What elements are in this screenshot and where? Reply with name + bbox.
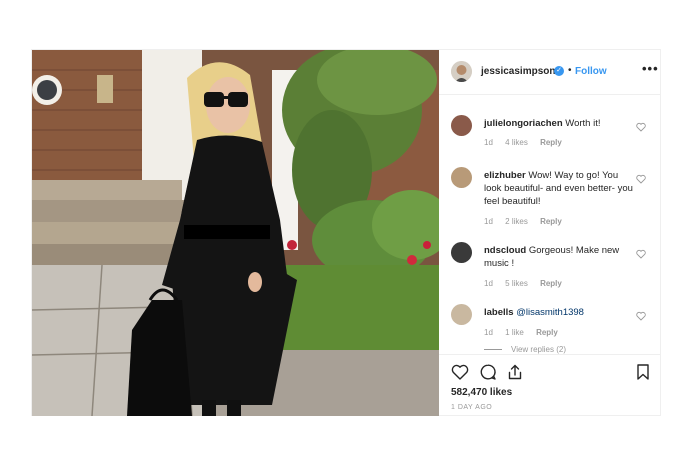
post-timestamp: 1 DAY AGO xyxy=(451,404,493,411)
save-bookmark-icon[interactable] xyxy=(634,363,652,381)
commenter-avatar[interactable] xyxy=(451,115,472,136)
post-photo[interactable] xyxy=(32,50,439,416)
comment-bubble-icon[interactable] xyxy=(479,363,497,381)
comment-meta: 1d 5 likes Reply xyxy=(484,279,572,288)
author-username[interactable]: jessicasimpson xyxy=(481,66,555,77)
comment-age: 1d xyxy=(484,217,493,226)
commenter-avatar[interactable] xyxy=(451,304,472,325)
separator-dot: • xyxy=(568,65,572,76)
comments-list[interactable]: julielongoriachen Worth it! 1d 4 likes R… xyxy=(439,95,661,353)
commenter-username[interactable]: elizhuber xyxy=(484,170,526,181)
comment-meta: 1d 1 like Reply xyxy=(484,328,568,337)
reply-button[interactable]: Reply xyxy=(540,138,562,147)
verified-badge-icon: ✓ xyxy=(554,66,564,76)
view-replies-line xyxy=(484,349,502,350)
post-photo-illustration xyxy=(32,50,439,416)
reply-button[interactable]: Reply xyxy=(536,328,558,337)
author-avatar-image xyxy=(451,61,472,82)
comment-body: Worth it! xyxy=(565,118,601,129)
commenter-avatar[interactable] xyxy=(451,242,472,263)
comment-text: julielongoriachen Worth it! xyxy=(484,117,634,130)
likes-count[interactable]: 582,470 likes xyxy=(451,387,512,398)
view-replies-button[interactable]: View replies (2) xyxy=(511,345,566,354)
commenter-username[interactable]: julielongoriachen xyxy=(484,118,563,129)
post-sidebar: jessicasimpson ✓ • Follow ••• julielongo… xyxy=(439,50,661,416)
comment-like-heart-icon[interactable] xyxy=(636,122,646,132)
post-actions: 582,470 likes 1 DAY AGO xyxy=(439,354,661,417)
commenter-username[interactable]: labells xyxy=(484,307,514,318)
follow-button[interactable]: Follow xyxy=(575,66,607,77)
comment-likes[interactable]: 5 likes xyxy=(505,279,528,288)
comment-like-heart-icon[interactable] xyxy=(636,249,646,259)
comment-age: 1d xyxy=(484,138,493,147)
author-avatar[interactable] xyxy=(451,61,472,82)
reply-button[interactable]: Reply xyxy=(540,279,562,288)
comment-text: elizhuber Wow! Way to go! You look beaut… xyxy=(484,169,634,208)
instagram-post: jessicasimpson ✓ • Follow ••• julielongo… xyxy=(31,49,661,416)
comment-text: labells @lisasmith1398 xyxy=(484,306,634,319)
comment-like-heart-icon[interactable] xyxy=(636,174,646,184)
comment-mention[interactable]: @lisasmith1398 xyxy=(516,307,584,318)
like-heart-icon[interactable] xyxy=(451,363,469,381)
commenter-avatar[interactable] xyxy=(451,167,472,188)
comment-meta: 1d 2 likes Reply xyxy=(484,217,572,226)
comment-like-heart-icon[interactable] xyxy=(636,311,646,321)
comment-meta: 1d 4 likes Reply xyxy=(484,138,572,147)
comment-age: 1d xyxy=(484,328,493,337)
reply-button[interactable]: Reply xyxy=(540,217,562,226)
comment-text: ndscloud Gorgeous! Make new music ! xyxy=(484,244,634,270)
comment-likes[interactable]: 4 likes xyxy=(505,138,528,147)
post-header: jessicasimpson ✓ • Follow ••• xyxy=(439,50,661,95)
comment-likes[interactable]: 2 likes xyxy=(505,217,528,226)
comment-likes[interactable]: 1 like xyxy=(505,328,524,337)
commenter-username[interactable]: ndscloud xyxy=(484,245,526,256)
share-icon[interactable] xyxy=(506,363,524,381)
more-options-icon[interactable]: ••• xyxy=(642,61,659,76)
comment-age: 1d xyxy=(484,279,493,288)
